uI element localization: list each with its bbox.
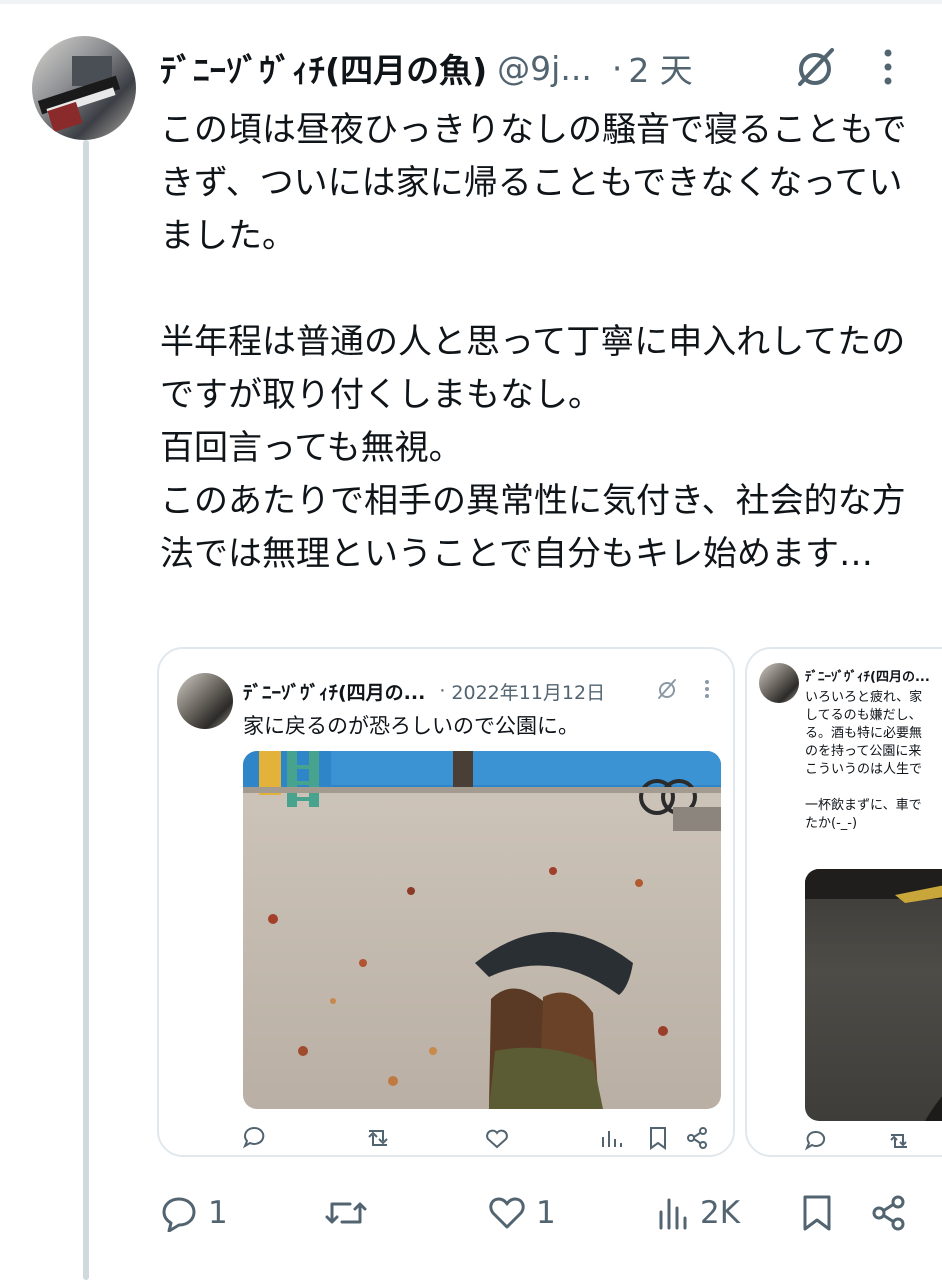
card-author-avatar — [759, 663, 799, 703]
card-author-name: ﾃﾞﾆｰｿﾞｳﾞｨﾁ(四月の... — [805, 669, 930, 685]
author-handle[interactable]: @9j... — [497, 49, 592, 88]
tweet-action-bar: 1 1 2K — [160, 1186, 920, 1240]
repost-button[interactable] — [324, 1186, 378, 1240]
reply-count: 1 — [208, 1195, 228, 1231]
park-photo[interactable] — [243, 751, 721, 1109]
header-separator: · — [611, 48, 623, 88]
bookmark-button[interactable] — [800, 1186, 834, 1240]
top-divider — [0, 0, 942, 4]
card-header: ﾃﾞﾆｰｿﾞｳﾞｨﾁ(四月の... — [805, 663, 930, 687]
views-icon — [659, 1198, 687, 1230]
share-icon — [872, 1195, 905, 1231]
card-date: 2022年11月12日 — [451, 681, 606, 704]
like-button[interactable]: 1 — [488, 1186, 556, 1240]
views-button[interactable]: 2K — [656, 1186, 740, 1240]
card-text: 家に戻るのが恐ろしいので公園に。 — [243, 714, 579, 738]
card-header: ﾃﾞﾆｰｿﾞｳﾞｨﾁ(四月の... · 2022年11月12日 — [243, 675, 605, 707]
bookmark-icon — [803, 1195, 831, 1231]
card-author-name: ﾃﾞﾆｰｿﾞｳﾞｨﾁ(四月の... — [243, 681, 426, 704]
night-park-photo[interactable] — [805, 869, 942, 1121]
author-name[interactable]: ﾃﾞﾆｰｿﾞｳﾞｨﾁ(四月の魚) — [160, 44, 487, 92]
more-icon[interactable] — [872, 44, 904, 90]
quoted-tweet-card-2[interactable]: ﾃﾞﾆｰｿﾞｳﾞｨﾁ(四月の... いろいろと疲れ、家 してるのも嫌だし、 る。… — [745, 647, 942, 1157]
author-avatar[interactable] — [32, 36, 136, 140]
share-button[interactable] — [870, 1186, 908, 1240]
views-count: 2K — [700, 1195, 741, 1231]
grok-icon[interactable] — [792, 44, 838, 90]
tweet-header: ﾃﾞﾆｰｿﾞｳﾞｨﾁ(四月の魚) @9j... · 2 天 — [160, 42, 693, 94]
card-action-bar — [243, 1126, 707, 1150]
repost-icon — [325, 1202, 367, 1224]
tweet-time[interactable]: 2 天 — [628, 44, 693, 92]
card-author-avatar — [177, 673, 233, 729]
reply-icon — [162, 1197, 196, 1232]
like-icon — [489, 1197, 525, 1229]
reply-button[interactable]: 1 — [160, 1186, 228, 1240]
card-text: いろいろと疲れ、家 してるのも嫌だし、 る。酒も特に必要無 のを持って公園に来 … — [805, 690, 923, 831]
card-more-icon — [705, 680, 709, 698]
thread-connector-line — [83, 140, 89, 1280]
card-grok-icon — [658, 679, 676, 699]
quoted-tweet-card[interactable]: ﾃﾞﾆｰｿﾞｳﾞｨﾁ(四月の... · 2022年11月12日 家に戻るのが恐ろ… — [157, 647, 735, 1157]
card-action-bar — [805, 1130, 907, 1151]
card-separator: · — [439, 680, 446, 702]
tweet-text: この頃は昼夜ひっきりなしの騒音で寝ることもできず、ついには家に帰ることもできなく… — [160, 110, 907, 574]
like-count: 1 — [536, 1195, 556, 1231]
quoted-tweets-carousel[interactable]: ﾃﾞﾆｰｿﾞｳﾞｨﾁ(四月の... · 2022年11月12日 家に戻るのが恐ろ… — [157, 647, 942, 1159]
